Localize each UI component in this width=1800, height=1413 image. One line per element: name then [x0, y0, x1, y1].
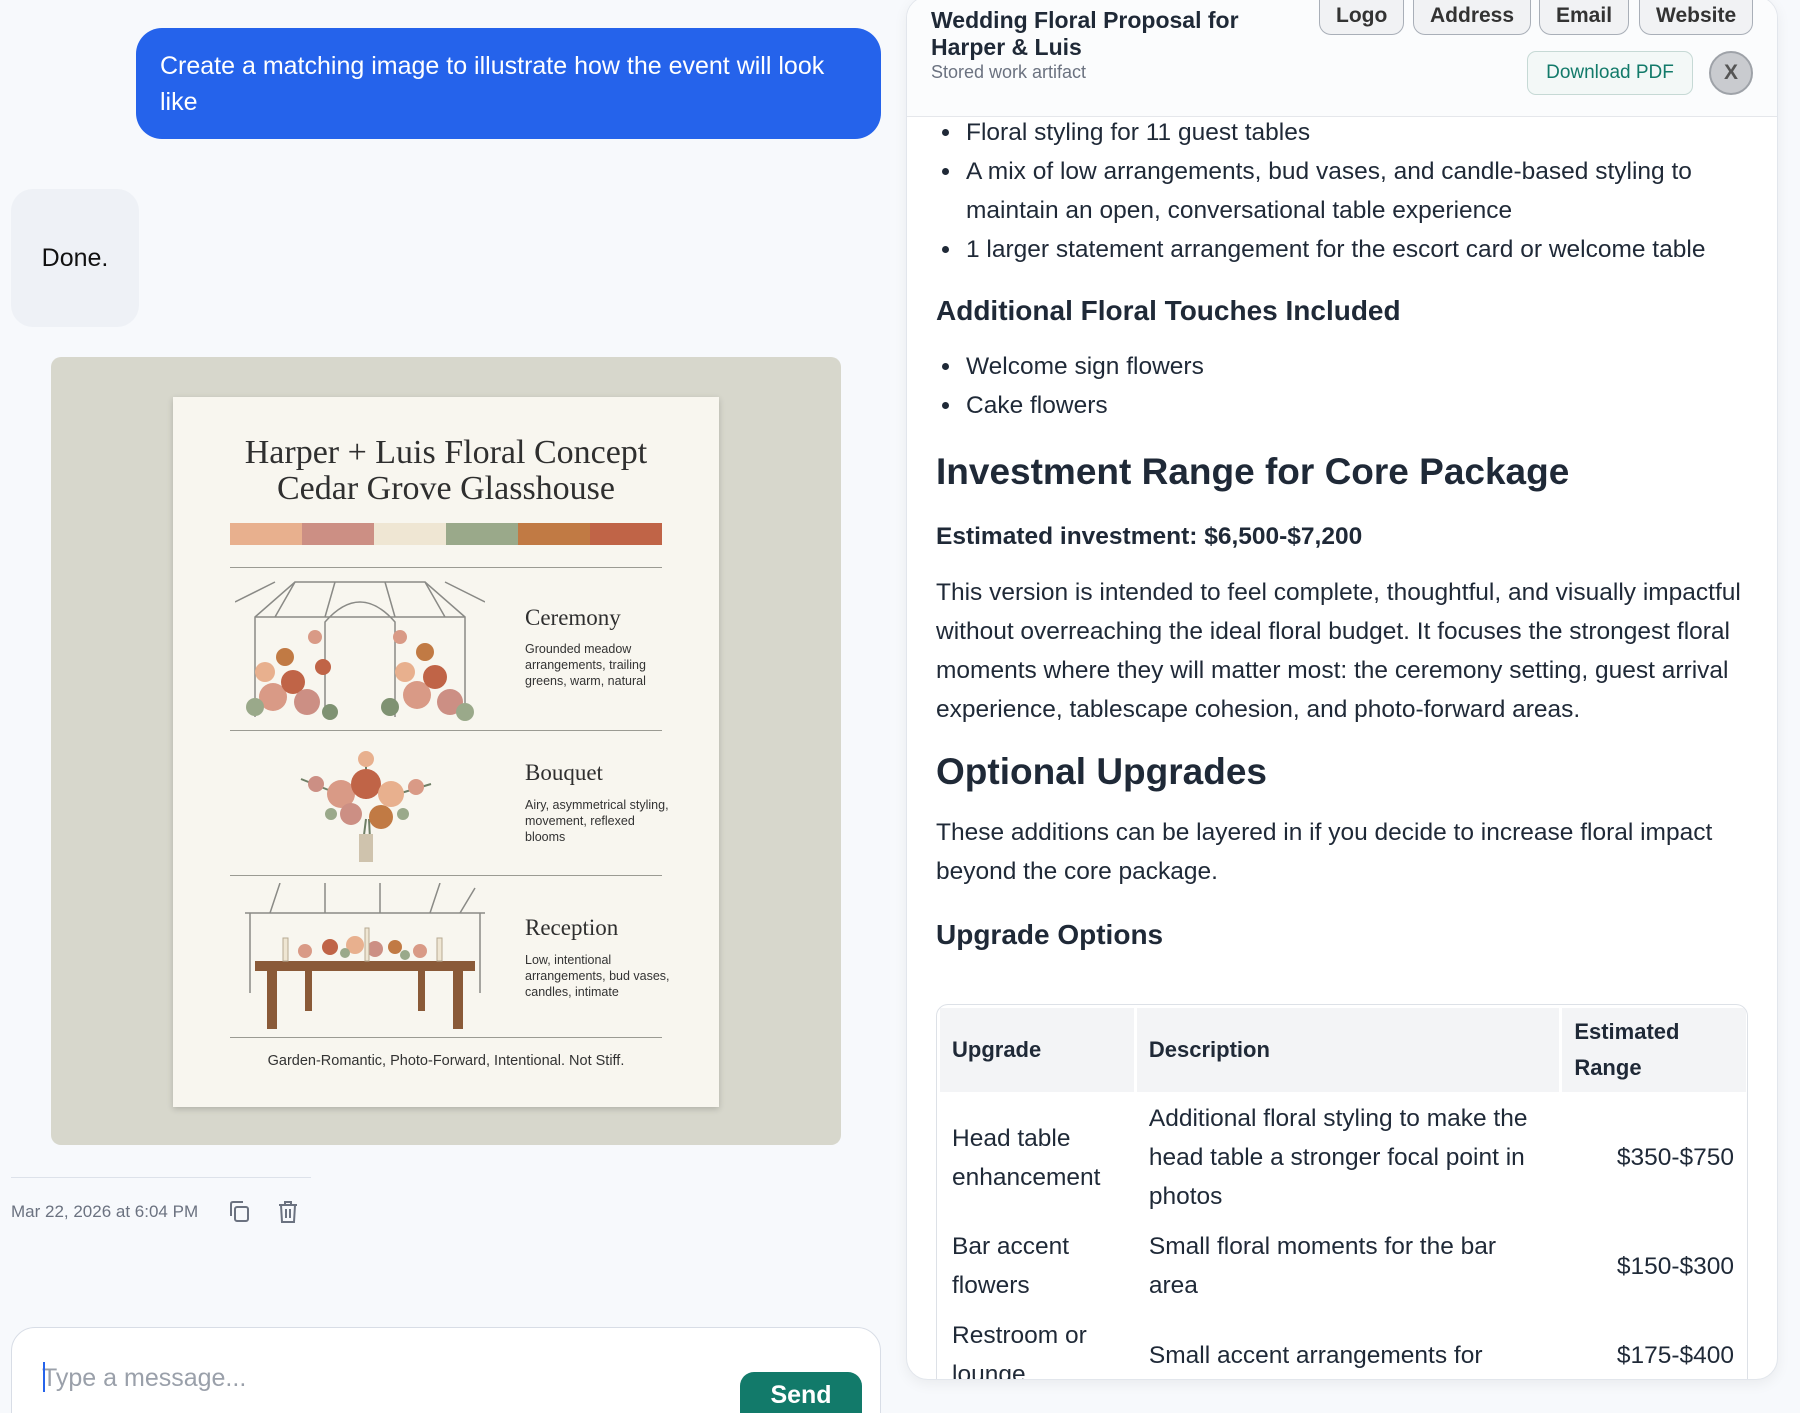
palette-swatch — [302, 523, 374, 545]
email-chip[interactable]: Email — [1539, 0, 1630, 35]
message-input[interactable] — [42, 1358, 642, 1398]
palette-swatch — [518, 523, 590, 545]
cell-range: $175-$400 — [1562, 1312, 1746, 1379]
ceremony-arch-illustration — [235, 581, 485, 721]
color-palette — [230, 523, 662, 545]
palette-swatch — [230, 523, 302, 545]
poster-divider — [230, 1037, 662, 1038]
upgrade-options-table: Upgrade Description Estimated Range Head… — [936, 1004, 1748, 1379]
logo-chip[interactable]: Logo — [1319, 0, 1405, 35]
touches-heading: Additional Floral Touches Included — [936, 295, 1401, 326]
poster-title: Harper + Luis Floral Concept Cedar Grove… — [173, 435, 719, 507]
poster-title-line1: Harper + Luis Floral Concept — [244, 434, 648, 471]
download-pdf-button[interactable]: Download PDF — [1527, 51, 1693, 95]
website-chip[interactable]: Website — [1639, 0, 1754, 35]
cell-upgrade: Restroom or lounge — [940, 1312, 1134, 1379]
palette-swatch — [446, 523, 518, 545]
section-desc-ceremony: Grounded meadow arrangements, trailing g… — [525, 642, 646, 688]
table-row: Head table enhancement Additional floral… — [940, 1095, 1746, 1220]
generated-image[interactable]: Harper + Luis Floral Concept Cedar Grove… — [51, 357, 841, 1145]
section-desc-bouquet: Airy, asymmetrical styling, movement, re… — [525, 798, 669, 844]
list-item: Welcome sign flowers — [936, 347, 1754, 386]
send-button[interactable]: Send — [740, 1372, 862, 1413]
reception-table-illustration — [245, 883, 485, 1029]
bouquet-illustration — [300, 751, 432, 862]
column-header-range: Estimated Range — [1562, 1008, 1746, 1092]
touches-list: Welcome sign flowers Cake flowers — [936, 347, 1754, 425]
artifact-header: Wedding Floral Proposal for Harper & Lui… — [907, 0, 1777, 117]
artifact-panel: Floral styling for 11 guest tables A mix… — [906, 0, 1778, 1380]
assistant-message-bubble: Done. — [11, 189, 139, 327]
investment-paragraph: This version is intended to feel complet… — [936, 579, 1741, 723]
poster-divider — [230, 875, 662, 876]
user-message-bubble: Create a matching image to illustrate ho… — [136, 28, 881, 139]
chat-pane: Create a matching image to illustrate ho… — [0, 0, 900, 1413]
address-chip[interactable]: Address — [1413, 0, 1532, 35]
palette-swatch — [590, 523, 662, 545]
section-title-ceremony: Ceremony — [525, 605, 621, 630]
table-styling-list: Floral styling for 11 guest tables A mix… — [936, 113, 1754, 269]
artifact-subtitle: Stored work artifact — [931, 62, 1087, 82]
section-title-reception: Reception — [525, 915, 619, 940]
list-item: Floral styling for 11 guest tables — [936, 113, 1754, 152]
section-desc-reception: Low, intentional arrangements, bud vases… — [525, 953, 670, 999]
cell-description: Small floral moments for the bar area — [1136, 1223, 1560, 1309]
poster-divider — [230, 567, 662, 568]
table-header-row: Upgrade Description Estimated Range — [940, 1008, 1746, 1092]
upgrades-paragraph: These additions can be layered in if you… — [936, 819, 1713, 885]
list-item: 1 larger statement arrangement for the e… — [936, 230, 1754, 269]
poster-divider — [230, 730, 662, 731]
investment-heading: Investment Range for Core Package — [936, 451, 1570, 492]
message-timestamp: Mar 22, 2026 at 6:04 PM — [11, 1202, 199, 1221]
section-title-bouquet: Bouquet — [525, 760, 603, 785]
delete-icon[interactable] — [274, 1198, 302, 1226]
artifact-content: Floral styling for 11 guest tables A mix… — [936, 113, 1754, 951]
assistant-message-text: Done. — [41, 243, 109, 272]
cell-upgrade: Bar accent flowers — [940, 1223, 1134, 1309]
table-row: Bar accent flowers Small floral moments … — [940, 1223, 1746, 1309]
column-header-upgrade: Upgrade — [940, 1008, 1134, 1092]
poster-footer: Garden-Romantic, Photo-Forward, Intentio… — [267, 1053, 625, 1069]
palette-swatch — [374, 523, 446, 545]
poster-title-line2: Cedar Grove Glasshouse — [276, 470, 616, 507]
cell-range: $350-$750 — [1562, 1095, 1746, 1220]
message-composer: Send — [11, 1327, 881, 1413]
cell-range: $150-$300 — [1562, 1223, 1746, 1309]
upgrades-heading: Optional Upgrades — [936, 751, 1267, 792]
table-row: Restroom or lounge Small accent arrangem… — [940, 1312, 1746, 1379]
investment-estimate: Estimated investment: $6,500-$7,200 — [936, 523, 1363, 550]
upgrade-options-heading: Upgrade Options — [936, 919, 1164, 950]
column-header-description: Description — [1136, 1008, 1560, 1092]
list-item: A mix of low arrangements, bud vases, an… — [936, 152, 1754, 230]
copy-icon[interactable] — [226, 1198, 254, 1226]
cell-upgrade: Head table enhancement — [940, 1095, 1134, 1220]
artifact-title: Wedding Floral Proposal for Harper & Lui… — [931, 7, 1239, 60]
cell-description: Small accent arrangements for — [1136, 1312, 1560, 1379]
message-divider — [11, 1177, 311, 1178]
floral-concept-poster: Harper + Luis Floral Concept Cedar Grove… — [173, 397, 719, 1107]
text-caret — [43, 1362, 45, 1392]
close-button[interactable]: X — [1709, 51, 1753, 95]
list-item: Cake flowers — [936, 386, 1754, 425]
cell-description: Additional floral styling to make the he… — [1136, 1095, 1560, 1220]
